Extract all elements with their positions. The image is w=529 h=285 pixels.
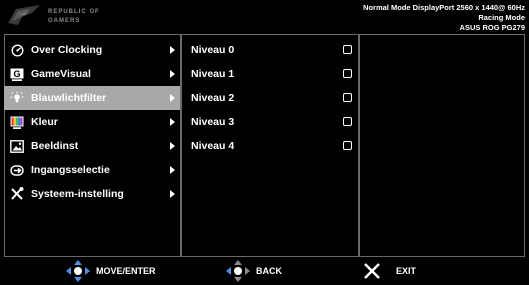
status-model: ASUS ROG PG279 xyxy=(459,23,525,32)
chevron-right-icon xyxy=(170,142,175,150)
menu-item-label: Systeem-instelling xyxy=(31,188,124,200)
back-label: BACK xyxy=(256,266,282,276)
chevron-right-icon xyxy=(170,70,175,78)
image-icon xyxy=(10,139,24,153)
submenu-item-label: Niveau 4 xyxy=(191,140,235,152)
menu-item-label: Beeldinst xyxy=(31,140,79,152)
chevron-right-icon xyxy=(170,166,175,174)
option-checkbox[interactable] xyxy=(343,93,352,102)
status-info: Normal Mode DisplayPort 2560 x 1440@ 60H… xyxy=(363,3,525,33)
menu-item-systeem-instelling[interactable]: Systeem-instelling xyxy=(4,182,180,206)
input-icon xyxy=(10,163,24,177)
option-checkbox[interactable] xyxy=(343,117,352,126)
submenu-item-label: Niveau 2 xyxy=(191,92,235,104)
chevron-right-icon xyxy=(170,46,175,54)
exit-hint[interactable]: EXIT xyxy=(362,257,416,285)
submenu-item-niveau-3[interactable]: Niveau 3 xyxy=(183,110,358,134)
submenu-item-label: Niveau 1 xyxy=(191,68,235,80)
logo-line-1: REPUBLIC OF xyxy=(48,9,100,15)
column-divider-2 xyxy=(358,34,360,257)
submenu-item-label: Niveau 3 xyxy=(191,116,235,128)
bluelight-icon xyxy=(10,91,24,105)
rog-eye-icon xyxy=(8,5,40,25)
logo-line-2: GAMERS xyxy=(48,18,81,24)
submenu-item-niveau-1[interactable]: Niveau 1 xyxy=(183,62,358,86)
menu-item-blauwlichtfilter[interactable]: Blauwlichtfilter xyxy=(4,86,180,110)
menu-item-beeldinst[interactable]: Beeldinst xyxy=(4,134,180,158)
column-divider-1 xyxy=(180,34,182,257)
chevron-right-icon xyxy=(170,118,175,126)
overclock-icon xyxy=(10,43,24,57)
status-game-mode: Racing Mode xyxy=(478,13,525,22)
menu-item-ingangsselectie[interactable]: Ingangsselectie xyxy=(4,158,180,182)
menu-item-label: Blauwlichtfilter xyxy=(31,92,107,104)
submenu-item-label: Niveau 0 xyxy=(191,44,235,56)
chevron-right-icon xyxy=(170,190,175,198)
status-mode-input: Normal Mode DisplayPort 2560 x 1440@ 60H… xyxy=(363,3,525,12)
option-checkbox[interactable] xyxy=(343,69,352,78)
submenu: Niveau 0 Niveau 1 Niveau 2 Niveau 3 Nive… xyxy=(183,38,358,158)
option-checkbox[interactable] xyxy=(343,45,352,54)
menu-item-label: Ingangsselectie xyxy=(31,164,110,176)
rog-logo: REPUBLIC OF GAMERS xyxy=(6,3,156,31)
submenu-item-niveau-4[interactable]: Niveau 4 xyxy=(183,134,358,158)
move-enter-hint[interactable]: MOVE/ENTER xyxy=(66,257,156,285)
joystick-4way-icon xyxy=(66,260,90,282)
svg-text:G: G xyxy=(13,69,20,79)
option-checkbox[interactable] xyxy=(343,141,352,150)
back-hint[interactable]: BACK xyxy=(226,257,282,285)
joystick-back-icon xyxy=(226,260,250,282)
osd-header: REPUBLIC OF GAMERS Normal Mode DisplayPo… xyxy=(0,0,529,34)
close-icon xyxy=(364,263,380,279)
menu-item-label: Kleur xyxy=(31,116,58,128)
move-enter-label: MOVE/ENTER xyxy=(96,266,156,276)
chevron-right-icon xyxy=(170,94,175,102)
color-icon xyxy=(10,115,24,129)
menu-item-label: GameVisual xyxy=(31,68,91,80)
gamevisual-icon: G xyxy=(10,67,24,81)
menu-item-label: Over Clocking xyxy=(31,44,103,56)
menu-item-kleur[interactable]: Kleur xyxy=(4,110,180,134)
menu-item-over-clocking[interactable]: Over Clocking xyxy=(4,38,180,62)
menu-item-gamevisual[interactable]: G GameVisual xyxy=(4,62,180,86)
osd-footer: MOVE/ENTER BACK EXIT xyxy=(0,257,529,285)
system-icon xyxy=(10,187,24,201)
exit-label: EXIT xyxy=(396,266,417,276)
submenu-item-niveau-2[interactable]: Niveau 2 xyxy=(183,86,358,110)
submenu-item-niveau-0[interactable]: Niveau 0 xyxy=(183,38,358,62)
main-menu: Over Clocking G GameVisual Blauwlichtfil… xyxy=(4,38,180,206)
